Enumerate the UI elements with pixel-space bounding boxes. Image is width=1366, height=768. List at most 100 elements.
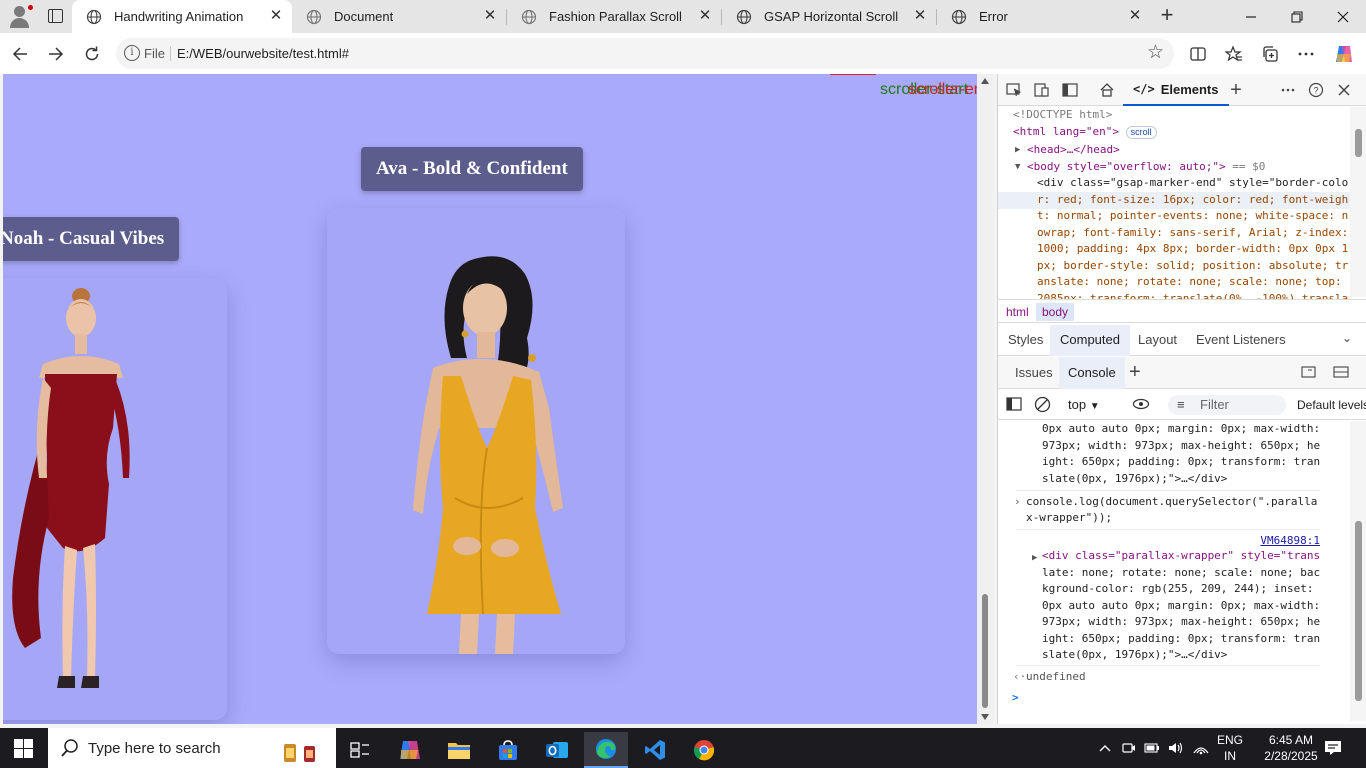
file-explorer-icon[interactable] — [437, 732, 481, 768]
dom-line[interactable]: t: normal; pointer-events: none; white-s… — [1037, 208, 1348, 225]
add-panel-icon[interactable]: + — [1227, 79, 1245, 101]
collections-icon[interactable] — [1258, 42, 1282, 66]
refresh-icon[interactable] — [80, 42, 104, 66]
chrome-icon[interactable] — [682, 732, 726, 768]
console-output-line[interactable]: <div class="parallax-wrapper" style="tra… — [1042, 548, 1320, 565]
network-icon[interactable] — [1191, 728, 1211, 768]
copilot-taskbar-icon[interactable] — [388, 732, 432, 768]
live-expression-eye-icon[interactable] — [1132, 397, 1150, 414]
expand-arrow-icon[interactable]: ▶ — [1032, 550, 1037, 567]
add-drawer-tab-icon[interactable]: + — [1129, 361, 1141, 384]
tab-elements[interactable]: </> Elements — [1123, 74, 1229, 106]
clear-console-icon[interactable] — [1034, 396, 1051, 416]
tab-handwriting-animation[interactable]: Handwriting Animation ✕ — [72, 0, 292, 33]
taskbar-search[interactable]: Type here to search — [48, 728, 336, 768]
close-window-button[interactable] — [1320, 0, 1366, 33]
tab-layout[interactable]: Layout — [1128, 325, 1187, 356]
volume-icon[interactable] — [1166, 728, 1186, 768]
meet-now-icon[interactable] — [1120, 728, 1138, 768]
close-tab-icon[interactable]: ✕ — [482, 8, 498, 24]
show-sidebar-icon[interactable] — [1006, 397, 1022, 414]
console-scrollbar[interactable] — [1350, 421, 1366, 721]
tab-styles[interactable]: Styles — [998, 325, 1053, 356]
more-tools-icon[interactable] — [1279, 81, 1297, 99]
address-bar[interactable]: i File E:/WEB/ourwebsite/test.html# ☆ — [116, 38, 1174, 69]
tab-fashion-parallax-scroll[interactable]: Fashion Parallax Scroll ✕ — [507, 0, 721, 33]
more-options-icon[interactable] — [1294, 42, 1318, 66]
forward-arrow-icon[interactable] — [44, 42, 68, 66]
chevron-down-icon[interactable]: ⌄ — [1342, 331, 1352, 345]
language-indicator[interactable]: ENG IN — [1214, 732, 1246, 764]
console-output[interactable]: 0px auto auto 0px; margin: 0px; max-widt… — [998, 421, 1350, 721]
windows-start-icon[interactable] — [14, 739, 33, 758]
split-screen-icon[interactable] — [1186, 42, 1210, 66]
dom-line[interactable]: anslate: none; rotate: none; scale: none… — [1037, 274, 1342, 291]
vscode-icon[interactable] — [633, 732, 677, 768]
dom-line[interactable]: ▶ <head>…</head> — [1015, 142, 1120, 159]
tab-issues[interactable]: Issues — [1006, 357, 1062, 389]
tab-document[interactable]: Document ✕ — [292, 0, 506, 33]
scroll-up-arrow-icon[interactable] — [981, 78, 989, 84]
console-filter-input[interactable]: ≡ Filter — [1168, 395, 1286, 415]
scrollbar-thumb[interactable] — [982, 594, 988, 708]
model-card[interactable] — [3, 278, 227, 720]
console-prompt[interactable]: > — [1012, 690, 1019, 707]
undock-drawer-icon[interactable] — [1301, 365, 1317, 382]
dom-line[interactable]: 1000; padding: 4px 8px; border-width: 0p… — [1037, 241, 1348, 258]
taskbar-clock[interactable]: 6:45 AM 2/28/2025 — [1260, 732, 1322, 764]
close-tab-icon[interactable]: ✕ — [697, 8, 713, 24]
close-tab-icon[interactable]: ✕ — [912, 8, 928, 24]
show-hidden-icons-icon[interactable] — [1096, 728, 1114, 768]
favorites-icon[interactable] — [1222, 42, 1246, 66]
dock-side-icon[interactable] — [1061, 81, 1079, 99]
context-selector[interactable]: top ▼ — [1068, 395, 1100, 415]
dom-scrollbar[interactable] — [1350, 107, 1366, 297]
scroll-badge[interactable]: scroll — [1125, 125, 1157, 139]
dom-line[interactable]: <html lang="en"> scroll — [1013, 124, 1157, 141]
microsoft-store-icon[interactable] — [486, 732, 530, 768]
close-tab-icon[interactable]: ✕ — [1127, 8, 1143, 24]
tab-computed[interactable]: Computed — [1050, 325, 1130, 356]
help-icon[interactable]: ? — [1307, 81, 1325, 99]
dom-line[interactable]: 2085px; transform: translate(0%, -100%) … — [1037, 291, 1348, 299]
dom-line[interactable]: ▼ <body style="overflow: auto;"> == $0 — [1015, 159, 1265, 176]
favorite-star-icon[interactable]: ☆ — [1147, 43, 1164, 63]
log-levels-dropdown[interactable]: Default levels — [1297, 395, 1366, 415]
close-tab-icon[interactable]: ✕ — [268, 8, 284, 24]
tab-console[interactable]: Console — [1059, 357, 1125, 389]
tab-actions-icon[interactable] — [44, 5, 66, 27]
restore-button[interactable] — [1274, 0, 1320, 33]
close-drawer-icon[interactable] — [1333, 365, 1349, 382]
tab-error[interactable]: Error ✕ — [937, 0, 1151, 33]
dom-tree[interactable]: <!DOCTYPE html> <html lang="en"> scroll … — [998, 107, 1350, 299]
task-view-icon[interactable] — [338, 732, 382, 768]
dom-line[interactable]: px; border-style: solid; position: absol… — [1037, 258, 1348, 275]
notifications-icon[interactable] — [1322, 728, 1344, 768]
dom-line[interactable]: r: red; font-size: 16px; color: red; fon… — [1037, 192, 1348, 209]
info-icon[interactable]: i — [124, 45, 140, 61]
breadcrumb-body[interactable]: body — [1036, 303, 1075, 321]
collapse-arrow-icon[interactable]: ▼ — [1015, 159, 1020, 176]
dom-line[interactable]: <div class="gsap-marker-end" style="bord… — [1037, 175, 1348, 192]
expand-arrow-icon[interactable]: ▶ — [1015, 142, 1020, 159]
page-scrollbar[interactable] — [977, 74, 993, 724]
device-toolbar-icon[interactable] — [1033, 81, 1051, 99]
minimize-button[interactable] — [1228, 0, 1274, 33]
url-text[interactable]: E:/WEB/ourwebsite/test.html# — [177, 46, 349, 61]
copilot-icon[interactable] — [1332, 42, 1356, 66]
new-tab-button[interactable]: + — [1156, 4, 1178, 27]
scroll-down-arrow-icon[interactable] — [981, 714, 989, 720]
battery-icon[interactable] — [1143, 728, 1161, 768]
page-viewport[interactable]: scroller-start scroller-end Noah - Casua… — [3, 74, 977, 724]
tab-gsap-horizontal-scroll[interactable]: GSAP Horizontal Scroll ✕ — [722, 0, 936, 33]
outlook-icon[interactable] — [535, 732, 579, 768]
profile-avatar-icon[interactable] — [6, 4, 34, 28]
model-card[interactable] — [327, 208, 625, 654]
dom-line[interactable]: owrap; font-family: sans-serif, Arial; z… — [1037, 225, 1348, 242]
back-arrow-icon[interactable] — [8, 42, 32, 66]
home-icon[interactable] — [1098, 81, 1116, 99]
dom-line[interactable]: <!DOCTYPE html> — [1013, 107, 1112, 124]
edge-browser-icon[interactable] — [584, 732, 628, 768]
inspect-element-icon[interactable] — [1005, 81, 1023, 99]
close-devtools-icon[interactable] — [1335, 81, 1353, 99]
